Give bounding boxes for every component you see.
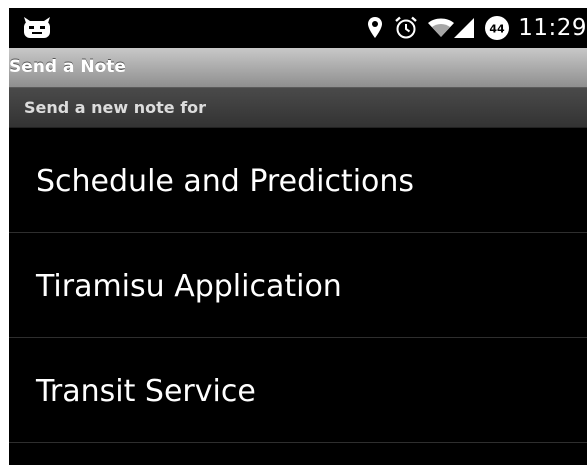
status-clock: 11:29 bbox=[518, 15, 587, 41]
list-item-tiramisu-application[interactable]: Tiramisu Application bbox=[9, 233, 587, 338]
battery-icon: 44 bbox=[484, 15, 510, 41]
phone-screen: 44 11:29 Send a Note Send a new note for… bbox=[9, 8, 587, 465]
cell-signal-icon bbox=[454, 18, 475, 38]
wifi-icon bbox=[428, 18, 455, 38]
location-pin-icon bbox=[368, 17, 383, 39]
list-item-schedule-and-predictions[interactable]: Schedule and Predictions bbox=[9, 128, 587, 233]
list-item-label: Transit Service bbox=[36, 374, 256, 409]
page-title: Send a Note bbox=[9, 57, 126, 77]
list-item-label: Tiramisu Application bbox=[36, 269, 342, 304]
section-header-label: Send a new note for bbox=[24, 98, 207, 117]
alarm-icon bbox=[394, 16, 418, 40]
list-item-label: Schedule and Predictions bbox=[36, 164, 415, 199]
status-icons: 44 11:29 bbox=[356, 8, 587, 48]
note-category-list: Schedule and Predictions Tiramisu Applic… bbox=[9, 128, 587, 443]
status-bar: 44 11:29 bbox=[9, 8, 587, 48]
section-header: Send a new note for bbox=[9, 88, 587, 128]
cyanogen-mascot-icon bbox=[23, 17, 51, 39]
list-item-transit-service[interactable]: Transit Service bbox=[9, 338, 587, 443]
title-bar: Send a Note bbox=[9, 48, 587, 88]
battery-level-text: 44 bbox=[490, 23, 506, 36]
